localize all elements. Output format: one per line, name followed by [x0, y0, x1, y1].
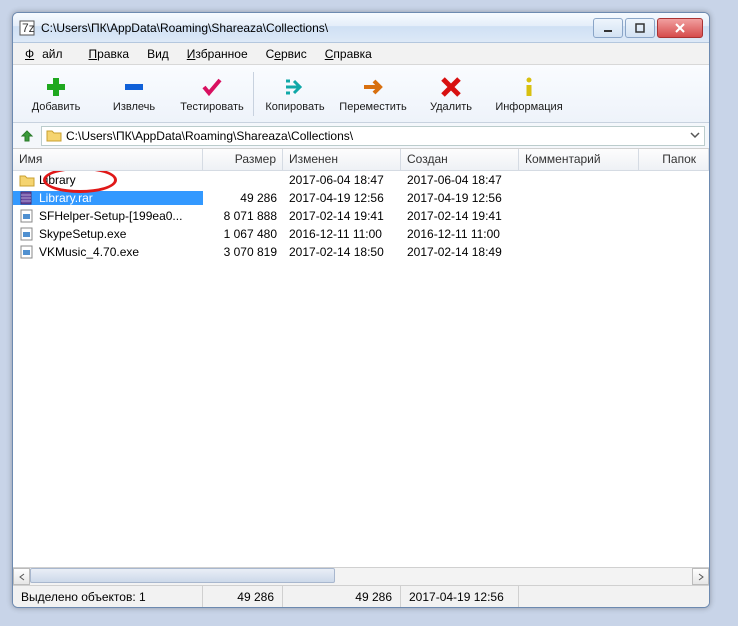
scroll-right-button[interactable] [692, 568, 709, 585]
scroll-left-button[interactable] [13, 568, 30, 585]
file-modified: 2016-12-11 11:00 [283, 227, 401, 241]
statusbar: Выделено объектов: 1 49 286 49 286 2017-… [13, 585, 709, 607]
file-row[interactable]: Library.rar49 2862017-04-19 12:562017-04… [13, 189, 709, 207]
plus-icon [42, 75, 70, 99]
file-row[interactable]: Library 2017-06-04 18:472017-06-04 18:47 [13, 171, 709, 189]
status-empty [519, 586, 709, 607]
file-name: SFHelper-Setup-[199ea0... [39, 209, 182, 223]
col-comment[interactable]: Комментарий [519, 149, 639, 170]
file-created: 2017-06-04 18:47 [401, 173, 519, 187]
test-button[interactable]: Тестировать [173, 68, 251, 120]
file-modified: 2017-06-04 18:47 [283, 173, 401, 187]
menu-edit[interactable]: Правка [81, 45, 138, 63]
scroll-track[interactable] [30, 568, 692, 585]
status-size2: 49 286 [283, 586, 401, 607]
info-icon [515, 75, 543, 99]
exe-icon [19, 227, 35, 241]
toolbar-separator [253, 72, 254, 116]
titlebar[interactable]: 7z C:\Users\ПК\AppData\Roaming\Shareaza\… [13, 13, 709, 43]
menu-file[interactable]: Файл [17, 45, 79, 63]
toolbar: Добавить Извлечь Тестировать Копировать … [13, 65, 709, 123]
move-button[interactable]: Переместить [334, 68, 412, 120]
menu-view[interactable]: Вид [139, 45, 177, 63]
window: 7z C:\Users\ПК\AppData\Roaming\Shareaza\… [12, 12, 710, 608]
folder-icon [46, 128, 62, 144]
file-row[interactable]: SkypeSetup.exe1 067 4802016-12-11 11:002… [13, 225, 709, 243]
horizontal-scrollbar[interactable] [13, 567, 709, 585]
up-button[interactable] [17, 126, 37, 146]
menu-tools[interactable]: Сервис [258, 45, 315, 63]
col-size[interactable]: Размер [203, 149, 283, 170]
minus-icon [120, 75, 148, 99]
col-folders[interactable]: Папок [639, 149, 709, 170]
minimize-button[interactable] [593, 18, 623, 38]
file-list[interactable]: Library2017-06-04 18:472017-06-04 18:47L… [13, 171, 709, 567]
dropdown-icon[interactable] [690, 129, 700, 143]
file-size: 1 067 480 [203, 227, 283, 241]
col-name[interactable]: Имя [13, 149, 203, 170]
delete-button[interactable]: Удалить [412, 68, 490, 120]
status-size: 49 286 [203, 586, 283, 607]
svg-text:7z: 7z [22, 21, 35, 35]
file-size: 8 071 888 [203, 209, 283, 223]
pathbar: C:\Users\ПК\AppData\Roaming\Shareaza\Col… [13, 123, 709, 149]
file-row[interactable]: VKMusic_4.70.exe 3 070 8192017-02-14 18:5… [13, 243, 709, 261]
menu-favorites[interactable]: Избранное [179, 45, 256, 63]
file-created: 2016-12-11 11:00 [401, 227, 519, 241]
file-row[interactable]: SFHelper-Setup-[199ea0...8 071 8882017-0… [13, 207, 709, 225]
file-created: 2017-02-14 19:41 [401, 209, 519, 223]
file-size: 3 070 819 [203, 245, 283, 259]
menu-help[interactable]: Справка [317, 45, 380, 63]
status-date: 2017-04-19 12:56 [401, 586, 519, 607]
x-icon [437, 75, 465, 99]
col-created[interactable]: Создан [401, 149, 519, 170]
exe-icon [19, 209, 35, 223]
app-icon: 7z [19, 20, 35, 36]
move-arrow-icon [359, 75, 387, 99]
path-text: C:\Users\ПК\AppData\Roaming\Shareaza\Col… [66, 129, 353, 143]
file-name: SkypeSetup.exe [39, 227, 126, 241]
col-modified[interactable]: Изменен [283, 149, 401, 170]
file-modified: 2017-02-14 19:41 [283, 209, 401, 223]
window-controls [591, 18, 703, 38]
file-created: 2017-02-14 18:49 [401, 245, 519, 259]
copy-arrow-icon [281, 75, 309, 99]
menubar: Файл Правка Вид Избранное Сервис Справка [13, 43, 709, 65]
file-modified: 2017-04-19 12:56 [283, 191, 401, 205]
file-created: 2017-04-19 12:56 [401, 191, 519, 205]
add-button[interactable]: Добавить [17, 68, 95, 120]
window-title: C:\Users\ПК\AppData\Roaming\Shareaza\Col… [41, 21, 591, 35]
check-icon [198, 75, 226, 99]
file-modified: 2017-02-14 18:50 [283, 245, 401, 259]
info-button[interactable]: Информация [490, 68, 568, 120]
scroll-thumb[interactable] [30, 568, 335, 583]
exe-icon [19, 245, 35, 259]
path-input[interactable]: C:\Users\ПК\AppData\Roaming\Shareaza\Col… [41, 126, 705, 146]
file-size: 49 286 [203, 191, 283, 205]
extract-button[interactable]: Извлечь [95, 68, 173, 120]
rar-icon [19, 191, 35, 205]
file-name: Library.rar [39, 191, 93, 205]
status-selection: Выделено объектов: 1 [13, 586, 203, 607]
column-headers: Имя Размер Изменен Создан Комментарий Па… [13, 149, 709, 171]
file-name: VKMusic_4.70.exe [39, 245, 139, 259]
copy-button[interactable]: Копировать [256, 68, 334, 120]
maximize-button[interactable] [625, 18, 655, 38]
close-button[interactable] [657, 18, 703, 38]
folder-icon [19, 173, 35, 187]
file-name: Library [39, 173, 76, 187]
